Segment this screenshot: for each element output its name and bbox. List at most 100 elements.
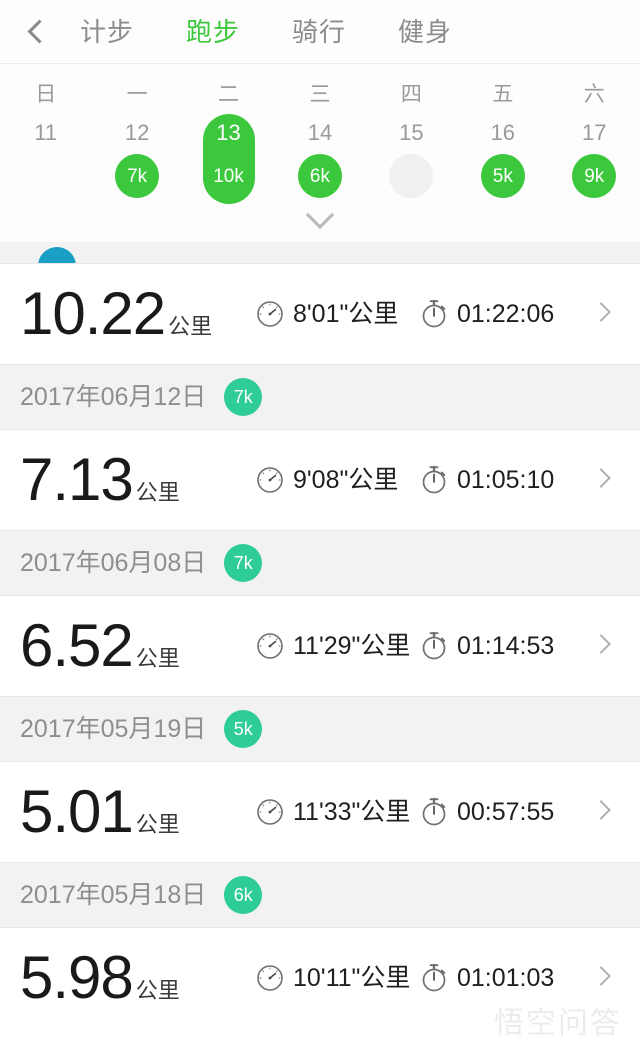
date-header: 2017年05月19日 5k xyxy=(0,696,640,762)
day-cell[interactable]: 16 5k xyxy=(477,114,529,198)
speedometer-icon xyxy=(257,633,283,659)
date-header-badge: 5k xyxy=(224,710,263,748)
tab-bar: 计步 跑步 骑行 健身 xyxy=(80,19,452,45)
duration-metric: 01:22:06 xyxy=(420,299,554,329)
date-header-label: 2017年05月18日 xyxy=(20,880,207,909)
speedometer-icon xyxy=(257,301,283,327)
chevron-right-icon xyxy=(591,966,611,986)
duration-value: 00:57:55 xyxy=(457,797,555,826)
day-number: 12 xyxy=(124,120,150,145)
distance-value: 5.98 xyxy=(20,944,134,1011)
date-header: 2017年06月08日 7k xyxy=(0,530,640,596)
duration-value: 01:14:53 xyxy=(457,631,555,660)
date-header-label: 2017年06月08日 xyxy=(20,548,207,577)
duration-value: 01:22:06 xyxy=(457,299,555,328)
activity-record-row[interactable]: 6.52 公里 11'29"公里 01:14:53 xyxy=(0,596,640,696)
calendar-day-16[interactable]: 16 5k xyxy=(457,114,548,198)
weekday-cell: 五 xyxy=(457,76,548,114)
stopwatch-icon xyxy=(422,631,446,660)
duration-metric: 01:14:53 xyxy=(420,631,554,661)
day-distance-badge: 10k xyxy=(213,165,244,187)
weekday-cell: 六 xyxy=(549,76,640,114)
date-header: 2017年05月18日 6k xyxy=(0,862,640,928)
activity-record-row[interactable]: 5.01 公里 11'33"公里 00:57:55 xyxy=(0,762,640,862)
distance-value: 6.52 xyxy=(20,612,134,679)
distance-block: 5.01 公里 xyxy=(20,782,256,842)
calendar-day-14[interactable]: 14 6k xyxy=(274,114,365,198)
stopwatch-icon xyxy=(422,797,446,826)
calendar-day-13[interactable]: 13 10k xyxy=(183,114,274,198)
stopwatch-icon xyxy=(422,465,446,494)
pace-metric: 11'33"公里 xyxy=(256,798,420,826)
date-header-badge: 7k xyxy=(224,544,263,582)
distance-unit: 公里 xyxy=(168,314,213,339)
day-number: 16 xyxy=(490,120,516,145)
day-distance-badge: 9k xyxy=(572,154,617,198)
watermark: 悟空问答 xyxy=(494,1007,622,1040)
duration-metric: 01:05:10 xyxy=(420,465,554,495)
distance-value: 7.13 xyxy=(20,446,134,513)
distance-unit: 公里 xyxy=(135,812,180,837)
pace-metric: 9'08"公里 xyxy=(256,466,420,494)
tab-1[interactable]: 跑步 xyxy=(186,19,240,45)
duration-value: 01:05:10 xyxy=(457,465,555,494)
day-cell[interactable]: 15 xyxy=(385,114,437,198)
distance-unit: 公里 xyxy=(135,978,180,1003)
calendar-day-row: 11 12 7k 13 10k 14 6k 15 16 5k 17 9k xyxy=(0,114,640,198)
day-cell[interactable]: 12 7k xyxy=(111,114,163,198)
calendar-day-15[interactable]: 15 xyxy=(366,114,457,198)
pace-value: 10'11"公里 xyxy=(293,963,411,992)
weekday-cell: 四 xyxy=(366,76,457,114)
distance-block: 5.98 公里 xyxy=(20,948,256,1008)
weekday-label: 日 xyxy=(35,83,57,106)
date-header: 2017年06月12日 7k xyxy=(0,364,640,430)
chevron-left-icon xyxy=(27,19,52,44)
calendar-expand-button[interactable] xyxy=(0,198,640,242)
duration-metric: 01:01:03 xyxy=(420,963,554,993)
stopwatch-icon xyxy=(422,299,446,328)
calendar-day-12[interactable]: 12 7k xyxy=(91,114,182,198)
pace-value: 11'29"公里 xyxy=(293,631,411,660)
day-distance-badge: 5k xyxy=(480,154,525,198)
back-button[interactable] xyxy=(0,0,74,64)
day-cell[interactable]: 14 6k xyxy=(294,114,346,198)
distance-block: 6.52 公里 xyxy=(20,616,256,676)
date-header-label: 2017年05月19日 xyxy=(20,714,207,743)
day-number: 11 xyxy=(34,120,58,145)
top-navbar: 计步 跑步 骑行 健身 xyxy=(0,0,640,64)
chevron-down-icon xyxy=(305,200,335,230)
activity-record-row[interactable]: 10.22 公里 8'01"公里 01:22:06 xyxy=(0,264,640,364)
distance-value: 5.01 xyxy=(20,778,134,845)
weekday-label: 五 xyxy=(492,83,514,106)
chevron-right-icon xyxy=(591,800,611,820)
distance-block: 10.22 公里 xyxy=(20,284,256,344)
date-header xyxy=(0,242,640,264)
day-number: 14 xyxy=(307,120,333,145)
day-cell[interactable]: 13 10k xyxy=(203,114,255,198)
pace-metric: 11'29"公里 xyxy=(256,632,420,660)
calendar-week-strip: 日一二三四五六 11 12 7k 13 10k 14 6k 15 16 5k 17 9k xyxy=(0,64,640,242)
pace-value: 8'01"公里 xyxy=(293,299,399,328)
distance-value: 10.22 xyxy=(20,280,166,347)
day-distance-badge xyxy=(24,154,68,198)
activity-record-row[interactable]: 7.13 公里 9'08"公里 01:05:10 xyxy=(0,430,640,530)
pace-metric: 8'01"公里 xyxy=(256,300,420,328)
duration-value: 01:01:03 xyxy=(457,963,555,992)
activity-list: 10.22 公里 8'01"公里 01:22:06 2017年06月12日 7k 7.13 公… xyxy=(0,242,640,1028)
chevron-right-icon xyxy=(591,634,611,654)
duration-metric: 00:57:55 xyxy=(420,797,554,827)
speedometer-icon xyxy=(257,799,283,825)
day-number: 17 xyxy=(581,120,607,145)
chevron-right-icon xyxy=(591,468,611,488)
day-cell[interactable]: 11 xyxy=(20,114,72,198)
day-cell[interactable]: 17 9k xyxy=(568,114,620,198)
calendar-day-11[interactable]: 11 xyxy=(0,114,91,198)
day-number: 13 xyxy=(216,120,241,145)
tab-0[interactable]: 计步 xyxy=(80,19,134,45)
weekday-label: 二 xyxy=(218,83,240,106)
tab-3[interactable]: 健身 xyxy=(398,19,452,45)
day-distance-badge: 7k xyxy=(115,154,160,198)
calendar-day-17[interactable]: 17 9k xyxy=(549,114,640,198)
tab-2[interactable]: 骑行 xyxy=(292,19,346,45)
weekday-cell: 一 xyxy=(91,76,182,114)
